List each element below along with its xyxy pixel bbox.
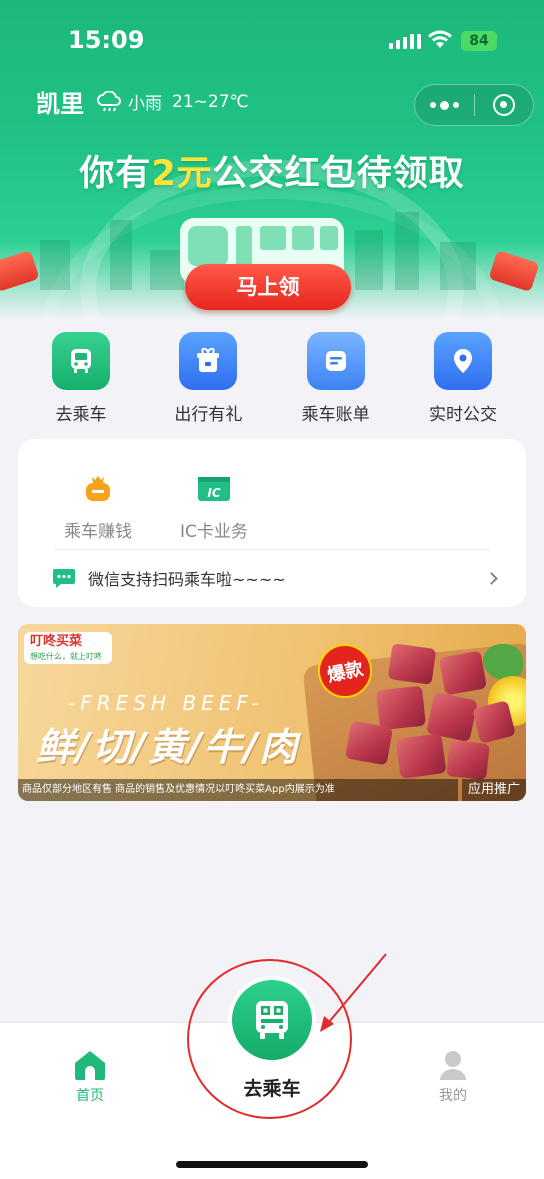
ad-tag: 应用推广 [461,779,526,801]
service-label: 乘车赚钱 [64,522,132,542]
ad-banner[interactable]: 叮咚买菜 想吃什么，就上叮咚 -FRESH BEEF- 鲜/切/黄/牛/肉 爆款… [18,624,526,801]
quick-label: 出行有礼 [174,405,243,425]
status-time: 15:09 [68,26,145,54]
quick-ride-bill[interactable]: 乘车账单 [273,332,399,425]
beef-cube [376,685,426,731]
beef-cube [439,650,487,696]
bill-icon [306,332,365,390]
chevron-right-icon [485,571,498,585]
cloud-rain-icon [97,90,121,111]
notice-text: 微信支持扫码乘车啦~~~~ [88,570,286,589]
quick-travel-gift[interactable]: 出行有礼 [145,332,271,425]
beef-cube [345,720,393,766]
quick-go-ride[interactable]: 去乘车 [18,332,144,425]
tab-label: 我的 [439,1088,467,1104]
ad-disclaimer: 商品仅部分地区有售 商品的销售及优惠情况以叮咚买菜App内展示为准 [18,779,458,801]
ic-card-icon: IC [198,477,230,501]
service-ride-earn[interactable]: 乘车赚钱 [48,471,148,542]
quick-label: 去乘车 [55,405,107,425]
weather-condition: 小雨 [128,94,162,114]
ad-subtitle: -FRESH BEEF- [68,691,264,715]
ad-brand-logo: 叮咚买菜 想吃什么，就上叮咚 [24,632,112,664]
chat-bubble-icon [53,569,75,588]
svg-text:IC: IC [207,486,220,500]
money-bag-icon [86,476,110,501]
ad-title: 鲜/切/黄/牛/肉 [36,725,300,769]
beef-cube [387,643,437,685]
home-icon [75,1051,105,1080]
miniprogram-capsule [414,84,534,126]
herb-decor [483,644,523,680]
weather-temperature: 21~27℃ [172,91,249,112]
close-miniprogram-icon[interactable] [474,94,533,116]
user-icon [440,1051,466,1080]
wifi-icon [428,30,452,48]
ad-brand-slogan: 想吃什么，就上叮咚 [30,652,102,661]
status-bar: 15:09 84 [0,0,544,80]
bus-icon [52,332,110,390]
tab-me[interactable]: 我的 [413,1049,493,1105]
quick-actions: 去乘车 出行有礼 乘车账单 实时公交 [18,332,526,425]
tab-label: 首页 [76,1088,104,1104]
signal-icon [389,34,421,49]
beef-cube [446,740,490,780]
card-divider [54,549,490,550]
notice-row[interactable]: 微信支持扫码乘车啦~~~~ [52,563,498,593]
home-indicator [176,1161,368,1168]
service-label: IC卡业务 [180,522,248,542]
more-icon[interactable] [415,100,474,110]
beef-cube [395,732,447,780]
tab-home[interactable]: 首页 [50,1049,130,1105]
battery-indicator: 84 [461,31,497,51]
city-name[interactable]: 凯里 [36,84,84,119]
weather-bar: 凯里 小雨 21~27℃ [36,84,249,119]
claim-now-button[interactable]: 马上领 [185,264,351,310]
gift-icon [179,332,238,390]
annotation-arrow [320,953,387,1032]
service-ic-card[interactable]: IC IC卡业务 [164,471,264,542]
banner-amount: 2元 [151,154,213,194]
quick-realtime-bus[interactable]: 实时公交 [400,332,526,425]
quick-label: 实时公交 [428,405,497,425]
location-pin-icon [433,332,492,390]
quick-label: 乘车账单 [301,405,370,425]
service-card: 乘车赚钱 IC IC卡业务 微信支持扫码乘车啦~~~~ [18,439,526,607]
banner-headline: 你有2元公交红包待领取 [79,154,465,194]
